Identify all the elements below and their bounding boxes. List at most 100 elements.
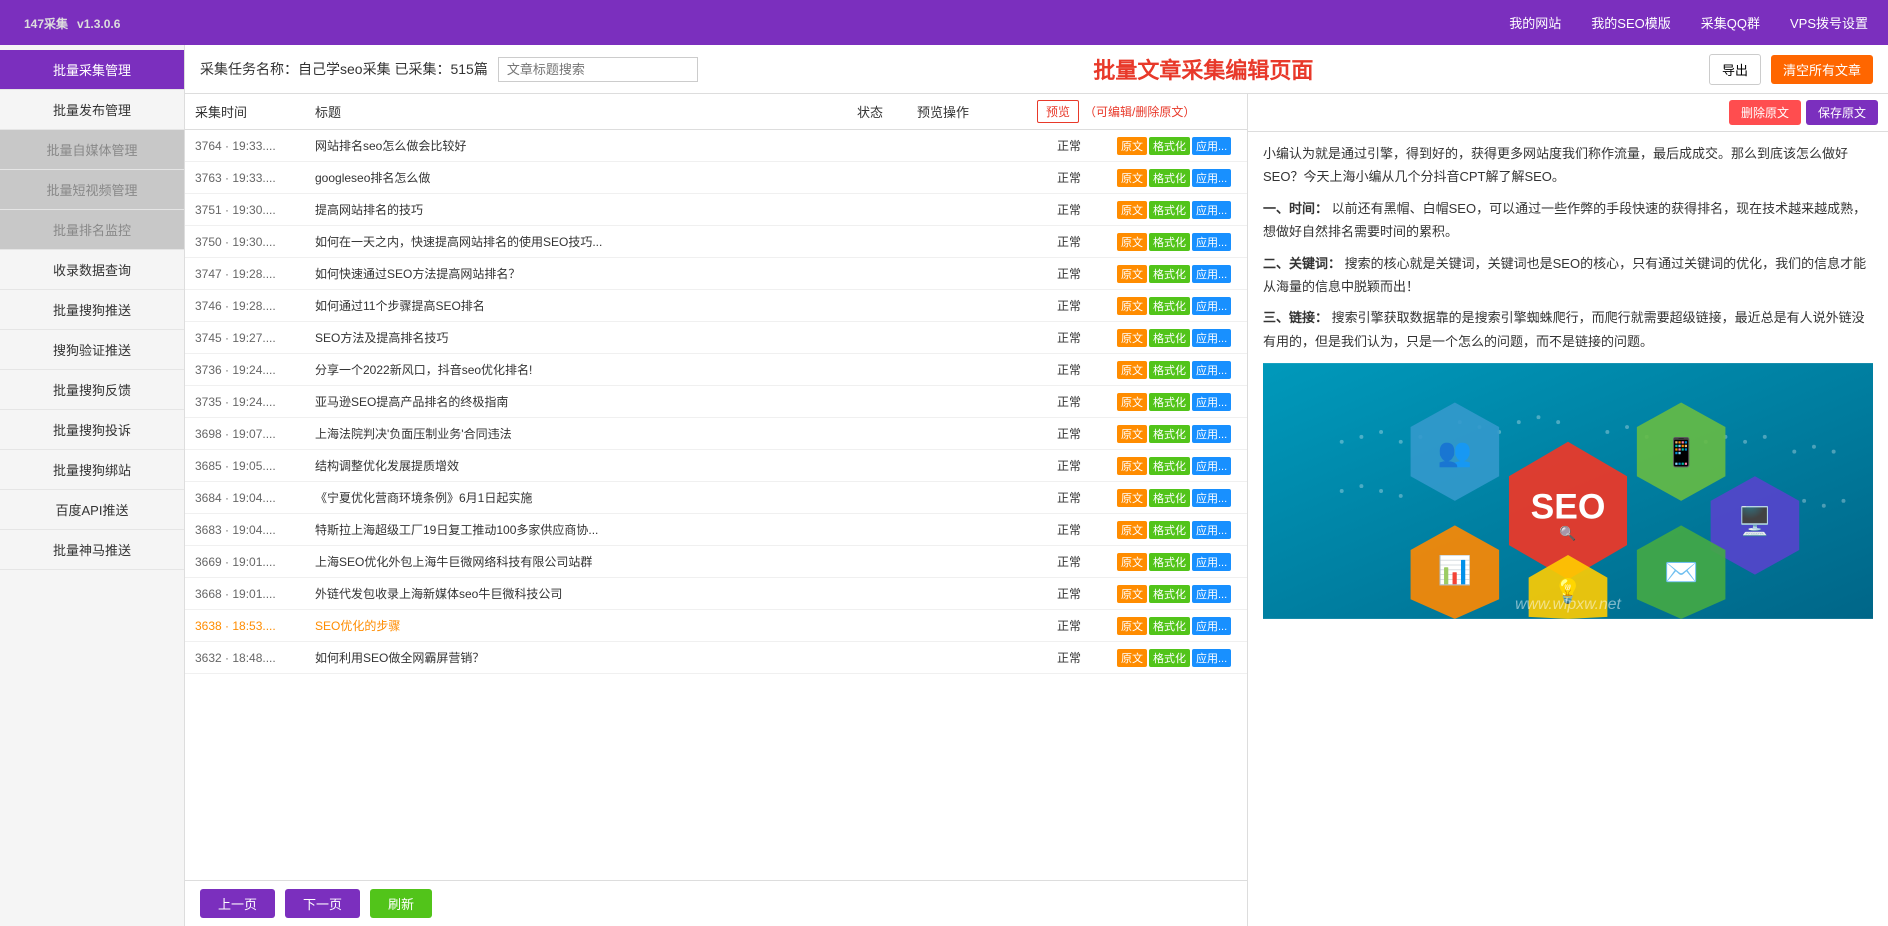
sidebar-item-shenma-push[interactable]: 批量神马推送 <box>0 530 184 570</box>
btn-apply[interactable]: 应用... <box>1192 265 1231 283</box>
btn-format[interactable]: 格式化 <box>1149 169 1190 187</box>
table-row[interactable]: 3685 · 19:05.... 结构调整优化发展提质增效 正常 原文 格式化 … <box>185 450 1247 482</box>
sidebar-item-batch-sogou-bind[interactable]: 批量搜狗绑站 <box>0 450 184 490</box>
btn-apply[interactable]: 应用... <box>1192 457 1231 475</box>
table-row[interactable]: 3684 · 19:04.... 《宁夏优化营商环境条例》6月1日起实施 正常 … <box>185 482 1247 514</box>
btn-format[interactable]: 格式化 <box>1149 137 1190 155</box>
btn-apply[interactable]: 应用... <box>1192 169 1231 187</box>
nav-vps-settings[interactable]: VPS拨号设置 <box>1790 13 1868 32</box>
btn-orig-text[interactable]: 原文 <box>1117 201 1147 219</box>
btn-apply[interactable]: 应用... <box>1192 393 1231 411</box>
sidebar-item-record-query[interactable]: 收录数据查询 <box>0 250 184 290</box>
table-row[interactable]: 3698 · 19:07.... 上海法院判决'负面压制业务'合同违法 正常 原… <box>185 418 1247 450</box>
search-input[interactable] <box>498 57 698 82</box>
sidebar-item-batch-sogou-complaint[interactable]: 批量搜狗投诉 <box>0 410 184 450</box>
btn-apply[interactable]: 应用... <box>1192 553 1231 571</box>
btn-orig-text[interactable]: 原文 <box>1117 169 1147 187</box>
row-title: 特斯拉上海超级工厂19日复工推动100多家供应商协... <box>315 521 1057 538</box>
sidebar-item-batch-collect[interactable]: 批量采集管理 <box>0 50 184 90</box>
svg-text:🖥️: 🖥️ <box>1738 505 1772 537</box>
btn-apply[interactable]: 应用... <box>1192 297 1231 315</box>
table-row[interactable]: 3632 · 18:48.... 如何利用SEO做全网霸屏营销？ 正常 原文 格… <box>185 642 1247 674</box>
btn-format[interactable]: 格式化 <box>1149 649 1190 667</box>
table-row[interactable]: 3763 · 19:33.... googleseo排名怎么做 正常 原文 格式… <box>185 162 1247 194</box>
btn-orig-text[interactable]: 原文 <box>1117 265 1147 283</box>
btn-orig-text[interactable]: 原文 <box>1117 553 1147 571</box>
row-status: 正常 <box>1057 233 1117 250</box>
btn-format[interactable]: 格式化 <box>1149 201 1190 219</box>
btn-format[interactable]: 格式化 <box>1149 361 1190 379</box>
btn-apply[interactable]: 应用... <box>1192 585 1231 603</box>
btn-apply[interactable]: 应用... <box>1192 617 1231 635</box>
table-row[interactable]: 3736 · 19:24.... 分享一个2022新风口，抖音seo优化排名! … <box>185 354 1247 386</box>
table-row[interactable]: 3750 · 19:30.... 如何在一天之内，快速提高网站排名的使用SEO技… <box>185 226 1247 258</box>
btn-format[interactable]: 格式化 <box>1149 265 1190 283</box>
sidebar-item-batch-sogou-push[interactable]: 批量搜狗推送 <box>0 290 184 330</box>
btn-orig-text[interactable]: 原文 <box>1117 489 1147 507</box>
btn-format[interactable]: 格式化 <box>1149 425 1190 443</box>
table-row[interactable]: 3764 · 19:33.... 网站排名seo怎么做会比较好 正常 原文 格式… <box>185 130 1247 162</box>
btn-apply[interactable]: 应用... <box>1192 489 1231 507</box>
btn-format[interactable]: 格式化 <box>1149 457 1190 475</box>
btn-apply[interactable]: 应用... <box>1192 233 1231 251</box>
btn-orig-text[interactable]: 原文 <box>1117 649 1147 667</box>
btn-format[interactable]: 格式化 <box>1149 489 1190 507</box>
export-button[interactable]: 导出 <box>1709 54 1761 85</box>
btn-apply[interactable]: 应用... <box>1192 361 1231 379</box>
prev-page-button[interactable]: 上一页 <box>200 889 275 918</box>
btn-format[interactable]: 格式化 <box>1149 233 1190 251</box>
btn-format[interactable]: 格式化 <box>1149 553 1190 571</box>
btn-apply[interactable]: 应用... <box>1192 201 1231 219</box>
nav-my-website[interactable]: 我的网站 <box>1509 13 1561 32</box>
save-original-button[interactable]: 保存原文 <box>1806 100 1878 125</box>
btn-orig-text[interactable]: 原文 <box>1117 585 1147 603</box>
btn-format[interactable]: 格式化 <box>1149 617 1190 635</box>
table-row[interactable]: 3735 · 19:24.... 亚马逊SEO提高产品排名的终极指南 正常 原文… <box>185 386 1247 418</box>
nav-qq-group[interactable]: 采集QQ群 <box>1701 13 1760 32</box>
row-time: 3698 · 19:07.... <box>195 427 315 441</box>
btn-orig-text[interactable]: 原文 <box>1117 329 1147 347</box>
delete-original-button[interactable]: 删除原文 <box>1729 100 1801 125</box>
btn-orig-text[interactable]: 原文 <box>1117 297 1147 315</box>
refresh-button[interactable]: 刷新 <box>370 889 432 918</box>
btn-orig-text[interactable]: 原文 <box>1117 617 1147 635</box>
btn-apply[interactable]: 应用... <box>1192 521 1231 539</box>
sidebar-item-baidu-api[interactable]: 百度API推送 <box>0 490 184 530</box>
btn-format[interactable]: 格式化 <box>1149 521 1190 539</box>
btn-format[interactable]: 格式化 <box>1149 585 1190 603</box>
btn-orig-text[interactable]: 原文 <box>1117 137 1147 155</box>
table-row[interactable]: 3745 · 19:27.... SEO方法及提高排名技巧 正常 原文 格式化 … <box>185 322 1247 354</box>
table-row[interactable]: 3751 · 19:30.... 提高网站排名的技巧 正常 原文 格式化 应用.… <box>185 194 1247 226</box>
sidebar-item-batch-publish[interactable]: 批量发布管理 <box>0 90 184 130</box>
btn-orig-text[interactable]: 原文 <box>1117 521 1147 539</box>
row-status: 正常 <box>1057 457 1117 474</box>
btn-orig-text[interactable]: 原文 <box>1117 425 1147 443</box>
nav-seo-template[interactable]: 我的SEO模版 <box>1591 13 1670 32</box>
table-row[interactable]: 3683 · 19:04.... 特斯拉上海超级工厂19日复工推动100多家供应… <box>185 514 1247 546</box>
next-page-button[interactable]: 下一页 <box>285 889 360 918</box>
btn-apply[interactable]: 应用... <box>1192 329 1231 347</box>
table-row[interactable]: 3746 · 19:28.... 如何通过11个步骤提高SEO排名 正常 原文 … <box>185 290 1247 322</box>
table-row[interactable]: 3747 · 19:28.... 如何快速通过SEO方法提高网站排名？ 正常 原… <box>185 258 1247 290</box>
table-row[interactable]: 3669 · 19:01.... 上海SEO优化外包上海牛巨微网络科技有限公司站… <box>185 546 1247 578</box>
row-title: 《宁夏优化营商环境条例》6月1日起实施 <box>315 489 1057 506</box>
sidebar-item-batch-sogou-feedback[interactable]: 批量搜狗反馈 <box>0 370 184 410</box>
btn-apply[interactable]: 应用... <box>1192 425 1231 443</box>
clear-all-button[interactable]: 清空所有文章 <box>1771 55 1873 84</box>
btn-format[interactable]: 格式化 <box>1149 297 1190 315</box>
row-ops: 原文 格式化 应用... <box>1117 169 1237 187</box>
btn-apply[interactable]: 应用... <box>1192 137 1231 155</box>
sidebar-item-sogou-verify[interactable]: 搜狗验证推送 <box>0 330 184 370</box>
table-row[interactable]: 3668 · 19:01.... 外链代发包收录上海新媒体seo牛巨微科技公司 … <box>185 578 1247 610</box>
btn-orig-text[interactable]: 原文 <box>1117 393 1147 411</box>
btn-format[interactable]: 格式化 <box>1149 393 1190 411</box>
main-panel: 采集任务名称：自己学seo采集 已采集：515篇 批量文章采集编辑页面 导出 清… <box>185 45 1888 926</box>
svg-text:🔍: 🔍 <box>1559 524 1576 542</box>
btn-orig-text[interactable]: 原文 <box>1117 361 1147 379</box>
table-row[interactable]: 3638 · 18:53.... SEO优化的步骤 正常 原文 格式化 应用..… <box>185 610 1247 642</box>
btn-orig-text[interactable]: 原文 <box>1117 233 1147 251</box>
btn-orig-text[interactable]: 原文 <box>1117 457 1147 475</box>
row-status: 正常 <box>1057 201 1117 218</box>
btn-format[interactable]: 格式化 <box>1149 329 1190 347</box>
btn-apply[interactable]: 应用... <box>1192 649 1231 667</box>
